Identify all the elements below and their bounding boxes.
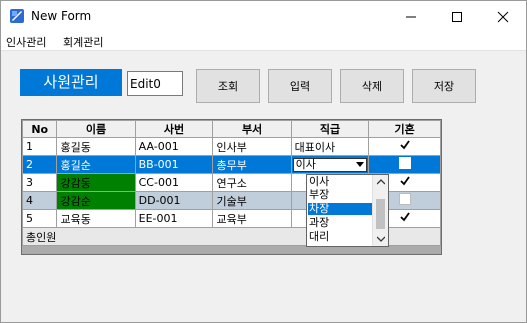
chevron-down-icon[interactable] — [356, 161, 365, 168]
cell-id[interactable]: BB-001 — [134, 155, 214, 174]
scroll-down-icon[interactable] — [377, 236, 385, 242]
maximize-button[interactable] — [434, 1, 480, 32]
cell-id[interactable]: EE-001 — [134, 209, 214, 228]
cell-no[interactable]: 4 — [22, 191, 58, 210]
cell-no[interactable]: 5 — [22, 209, 58, 228]
save-button[interactable]: 저장 — [412, 69, 476, 103]
cell-no[interactable]: 1 — [22, 137, 58, 156]
close-button[interactable] — [480, 1, 526, 32]
search-button[interactable]: 조회 — [196, 69, 260, 103]
header-dept[interactable]: 부서 — [212, 120, 292, 138]
cell-id[interactable]: CC-001 — [134, 173, 214, 192]
checkbox[interactable] — [398, 157, 411, 169]
cell-id[interactable]: AA-001 — [134, 137, 214, 156]
header-id[interactable]: 사번 — [134, 120, 214, 138]
cell-married[interactable] — [368, 137, 441, 156]
cell-no[interactable]: 2 — [22, 155, 58, 174]
cell-name[interactable]: 강감순 — [56, 191, 136, 210]
cell-id[interactable]: DD-001 — [134, 191, 214, 210]
cell-dept[interactable]: 총무부 — [212, 155, 292, 174]
dropdown-option[interactable]: 과장 — [308, 217, 372, 229]
rank-dropdown-list[interactable]: 이사 부장 차장 과장 대리 — [306, 174, 389, 247]
checkbox[interactable] — [399, 139, 411, 151]
delete-button[interactable]: 삭제 — [340, 69, 404, 103]
minimize-icon — [406, 16, 416, 18]
menu-hr[interactable]: 인사관리 — [6, 34, 46, 50]
title-bar: New Form — [1, 1, 526, 32]
checkbox[interactable] — [399, 211, 411, 223]
minimize-button[interactable] — [388, 1, 434, 32]
scroll-thumb[interactable] — [376, 199, 385, 229]
checkmark-icon — [400, 212, 410, 222]
app-icon — [10, 9, 24, 23]
rank-combobox-cell[interactable]: 이사 — [290, 155, 370, 174]
dropdown-option[interactable]: 대리 — [308, 231, 372, 243]
maximize-icon — [452, 12, 462, 22]
edit-field[interactable] — [127, 71, 183, 96]
header-rank[interactable]: 직급 — [290, 120, 370, 138]
header-married[interactable]: 기혼 — [368, 120, 441, 138]
main-window: New Form 인사관리 회계관리 사원관리 조회 입력 삭제 저장 No 이… — [0, 0, 527, 323]
cell-married[interactable] — [368, 155, 441, 174]
checkmark-icon — [400, 176, 410, 186]
close-icon — [497, 11, 509, 23]
cell-name[interactable]: 홍길동 — [56, 137, 136, 156]
dropdown-option-highlighted[interactable]: 차장 — [308, 203, 372, 215]
header-name[interactable]: 이름 — [56, 120, 136, 138]
checkbox-box-icon — [398, 157, 411, 169]
cell-dept[interactable]: 교육부 — [212, 209, 292, 228]
cell-name[interactable]: 교육동 — [56, 209, 136, 228]
checkbox-box-icon — [398, 193, 411, 205]
dropdown-option[interactable]: 부장 — [308, 189, 372, 201]
table-row[interactable]: 1 홍길동 AA-001 인사부 대표이사 — [22, 137, 441, 156]
cell-rank[interactable]: 대표이사 — [290, 137, 370, 156]
cell-name[interactable]: 강감동 — [56, 173, 136, 192]
combobox-value: 이사 — [295, 157, 316, 171]
cell-dept[interactable]: 연구소 — [212, 173, 292, 192]
checkbox[interactable] — [399, 175, 411, 187]
header-row: No 이름 사번 부서 직급 기혼 — [22, 120, 441, 138]
cell-name[interactable]: 홍길순 — [56, 155, 136, 174]
window-title: New Form — [31, 9, 92, 23]
cell-dept[interactable]: 인사부 — [212, 137, 292, 156]
table-row[interactable]: 2 홍길순 BB-001 총무부 이사 — [22, 155, 441, 174]
header-no[interactable]: No — [22, 120, 58, 138]
cell-dept[interactable]: 기술부 — [212, 191, 292, 210]
dropdown-option[interactable]: 이사 — [308, 176, 372, 188]
insert-button[interactable]: 입력 — [268, 69, 332, 103]
rank-combobox[interactable]: 이사 — [292, 157, 368, 172]
dropdown-scrollbar[interactable] — [372, 175, 388, 246]
form-title-label: 사원관리 — [20, 69, 122, 96]
cell-no[interactable]: 3 — [22, 173, 58, 192]
menu-accounting[interactable]: 회계관리 — [63, 34, 103, 50]
checkbox[interactable] — [398, 193, 411, 205]
checkmark-icon — [400, 140, 410, 150]
scroll-up-icon[interactable] — [377, 179, 385, 185]
menu-bar: 인사관리 회계관리 — [1, 32, 526, 51]
